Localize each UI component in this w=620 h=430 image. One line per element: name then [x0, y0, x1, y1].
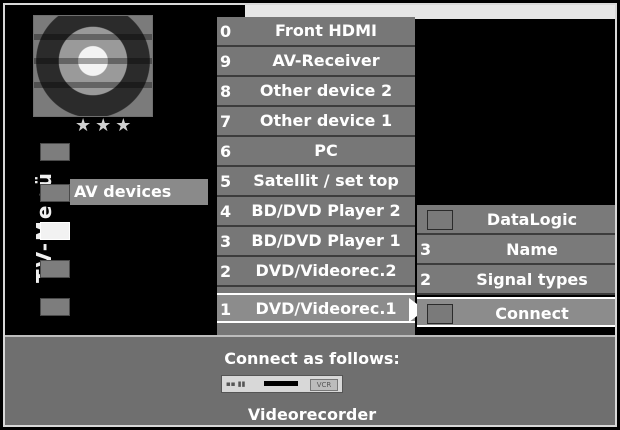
device-label: BD/DVD Player 2 [251, 201, 401, 220]
vcr-icon: ▪▪ ▮▮ VCR [221, 375, 343, 393]
device-label: Satellit / set top [253, 171, 399, 190]
submenu-num: 3 [420, 240, 432, 259]
device-num: 5 [220, 172, 232, 191]
submenu-label: Signal types [476, 270, 588, 289]
submenu-label: Name [506, 240, 558, 259]
left-nav-square[interactable] [40, 143, 70, 161]
device-num: 7 [220, 112, 232, 131]
submenu-row[interactable]: 3 Name [417, 235, 615, 265]
tv-menu-frame: ★★★ TV-Menü AV devices 0Front HDMI 9AV-R… [3, 3, 617, 427]
connection-info: Connect as follows: ▪▪ ▮▮ VCR Videorecor… [5, 335, 615, 425]
device-row[interactable]: 4 BD/DVD Player 2 [217, 197, 415, 227]
device-num: 8 [220, 82, 232, 101]
device-row[interactable]: 2 DVD/Videorec.2 [217, 257, 415, 287]
left-nav-square[interactable] [40, 298, 70, 316]
device-num: 3 [220, 232, 232, 251]
thumbnail-stripe [34, 34, 152, 40]
device-row[interactable]: 7 Other device 1 [217, 107, 415, 137]
tv-thumbnail [33, 15, 153, 117]
device-submenu: DataLogic 3 Name 2 Signal types Connect [417, 205, 615, 329]
device-label: BD/DVD Player 1 [251, 231, 401, 250]
device-row[interactable]: 3 BD/DVD Player 1 [217, 227, 415, 257]
device-label: Other device 1 [259, 111, 393, 130]
left-nav-av-devices[interactable]: AV devices [70, 179, 208, 205]
left-nav-square[interactable] [40, 184, 70, 202]
device-num: 9 [220, 52, 232, 71]
device-label: PC [314, 141, 338, 160]
device-row[interactable]: 0 Front HDMI [217, 17, 415, 47]
vcr-dots-icon: ▪▪ ▮▮ [226, 380, 246, 388]
left-nav-square[interactable] [40, 260, 70, 278]
device-row[interactable]: 8 Other device 2 [217, 77, 415, 107]
submenu-row[interactable]: DataLogic [417, 205, 615, 235]
vcr-badge: VCR [310, 379, 338, 391]
device-label: Front HDMI [275, 21, 377, 40]
submenu-num: 2 [420, 270, 432, 289]
device-row[interactable]: 9 AV-Receiver [217, 47, 415, 77]
device-num: 4 [220, 202, 232, 221]
submenu-row[interactable]: 2 Signal types [417, 265, 615, 295]
vcr-slot [264, 381, 298, 386]
thumbnail-stripe [34, 58, 152, 64]
connect-instructions: Connect as follows: [224, 349, 400, 368]
device-num: 2 [220, 262, 232, 281]
submenu-row-selected[interactable]: Connect [417, 297, 615, 327]
submenu-label: DataLogic [486, 210, 578, 229]
device-row[interactable]: 6 PC [217, 137, 415, 167]
device-num: 6 [220, 142, 232, 161]
device-row[interactable]: 5 Satellit / set top [217, 167, 415, 197]
device-label: AV-Receiver [272, 51, 380, 70]
left-nav-square-active[interactable] [40, 222, 70, 240]
device-label: Other device 2 [259, 81, 393, 100]
thumbnail-stripe [34, 82, 152, 88]
submenu-label: Connect [495, 304, 569, 323]
device-label: DVD/Videorec.2 [255, 261, 397, 280]
device-list: 0 Front HDMI 9 AV-Receiver 8 Other device 2… [217, 17, 415, 337]
device-num: 0 [220, 22, 232, 41]
device-name: Videorecorder [247, 405, 377, 424]
rating-stars: ★★★ [75, 115, 136, 136]
device-row-selected[interactable]: 1 DVD/Videorec.1 [217, 293, 415, 323]
device-num: 1 [220, 300, 232, 319]
device-label: DVD/Videorec.1 [255, 299, 397, 318]
